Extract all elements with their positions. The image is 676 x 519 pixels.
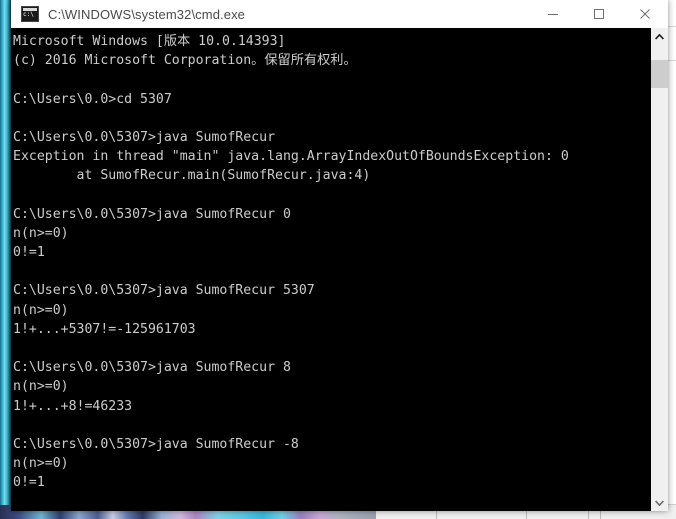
close-button[interactable]	[622, 0, 668, 28]
console-line: C:\Users\0.0\5307>java SumofRecur -8	[13, 436, 299, 452]
console-line: 1!+...+8!=46233	[13, 398, 133, 414]
console-line: n(n>=0)	[13, 225, 69, 241]
window-title: C:\WINDOWS\system32\cmd.exe	[48, 6, 246, 22]
scrollbar-up-button[interactable]	[651, 28, 668, 45]
console-line: C:\Users\0.0\5307>java SumofRecur 0	[13, 206, 291, 222]
console-line: at SumofRecur.main(SumofRecur.java:4)	[13, 168, 371, 184]
console-line: Exception in thread "main" java.lang.Arr…	[13, 149, 569, 165]
console-line: n(n>=0)	[13, 302, 69, 318]
console-line: n(n>=0)	[13, 379, 69, 395]
wallpaper-left-strip	[0, 0, 11, 519]
console-line: 1!+...+5307!=-125961703	[13, 321, 196, 337]
console-line: C:\Users\0.0\5307>java SumofRecur	[13, 129, 276, 145]
cmd-window[interactable]: C:\WINDOWS\system32\cmd.exe	[11, 0, 668, 511]
console-line: C:\Users\0.0\5307>java SumofRecur 5307	[13, 283, 315, 299]
console-body[interactable]: Microsoft Windows [版本 10.0.14393] (c) 20…	[11, 28, 668, 511]
title-bar[interactable]: C:\WINDOWS\system32\cmd.exe	[11, 0, 668, 29]
console-line: 0!=1	[13, 245, 45, 261]
maximize-button[interactable]	[576, 0, 622, 28]
chevron-up-icon	[655, 33, 664, 40]
console-line: Microsoft Windows [版本 10.0.14393]	[13, 34, 286, 49]
minimize-icon	[548, 14, 558, 15]
console-line: 0!=1	[13, 475, 45, 491]
maximize-icon	[594, 9, 604, 19]
close-icon	[640, 9, 650, 19]
console-scrollbar[interactable]	[650, 28, 668, 511]
console-line: n(n>=0)	[13, 456, 69, 472]
console-output[interactable]: Microsoft Windows [版本 10.0.14393] (c) 20…	[11, 28, 650, 511]
console-line: C:\Users\0.0>cd 5307	[13, 91, 172, 107]
chevron-down-icon	[655, 499, 664, 506]
scrollbar-track[interactable]	[651, 45, 668, 60]
minimize-button[interactable]	[530, 0, 576, 28]
cmd-icon	[21, 6, 39, 22]
console-line: C:\Users\0.0\5307>java SumofRecur 8	[13, 360, 291, 376]
scrollbar-down-button[interactable]	[651, 494, 668, 511]
console-line: (c) 2016 Microsoft Corporation。保留所有权利。	[13, 53, 357, 69]
scrollbar-thumb[interactable]	[651, 60, 668, 88]
window-controls	[530, 0, 668, 28]
